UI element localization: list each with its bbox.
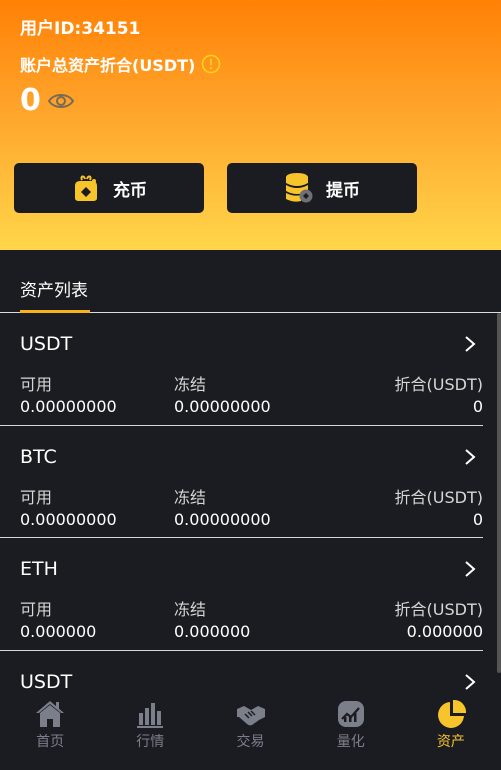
frozen-value: 0.00000000 [174, 397, 271, 416]
asset-list: USDT 可用 冻结 折合(USDT) 0.00000000 0.0000000… [0, 313, 501, 698]
frozen-label: 冻结 [174, 487, 207, 507]
total-assets-label-text: 账户总资产折合(USDT) [20, 56, 196, 75]
available-label: 可用 [20, 487, 53, 507]
asset-name: ETH [20, 558, 58, 580]
total-assets-row: 0 [20, 82, 75, 120]
total-assets-value: 0 [20, 83, 41, 118]
list-scrollbar[interactable] [497, 313, 501, 673]
coin-stack-icon [286, 173, 313, 203]
frozen-label: 冻结 [174, 600, 207, 619]
pie-chart-icon [437, 699, 466, 728]
converted-label: 折合(USDT) [394, 375, 483, 394]
tab-trade-label: 交易 [236, 734, 265, 750]
frozen-label: 冻结 [174, 375, 207, 394]
asset-list-tabs: 资产列表 [0, 250, 501, 313]
available-value: 0.000000 [20, 622, 97, 641]
info-icon[interactable] [201, 54, 221, 74]
list-item[interactable]: USDT [0, 651, 483, 699]
bar-chart-icon [137, 703, 164, 728]
bottom-tabbar: 首页 行情 交易 量化 资产 [0, 698, 501, 770]
tab-asset-list[interactable]: 资产列表 [20, 276, 88, 301]
frozen-value: 0.00000000 [174, 509, 271, 529]
tab-home[interactable]: 首页 [0, 698, 100, 770]
converted-value: 0.000000 [406, 622, 483, 641]
eye-icon[interactable] [47, 91, 75, 111]
chevron-right-icon [465, 673, 476, 690]
available-value: 0.00000000 [20, 509, 117, 529]
header-panel: 用户ID:34151 账户总资产折合(USDT) 0 充币 提币 [0, 0, 501, 250]
available-label: 可用 [20, 375, 53, 394]
available-value: 0.00000000 [20, 397, 117, 416]
chevron-right-icon [465, 448, 476, 465]
tab-quant[interactable]: 量化 [301, 698, 401, 770]
converted-value: 0 [472, 509, 483, 529]
list-item[interactable]: ETH 可用 冻结 折合(USDT) 0.000000 0.000000 0.0… [0, 538, 483, 651]
tab-assets[interactable]: 资产 [401, 698, 501, 770]
deposit-label: 充币 [113, 180, 147, 201]
withdraw-label: 提币 [326, 180, 360, 201]
quant-icon [337, 701, 364, 727]
converted-label: 折合(USDT) [394, 600, 483, 619]
total-assets-label: 账户总资产折合(USDT) [20, 52, 221, 76]
frozen-value: 0.000000 [174, 622, 251, 641]
home-icon [36, 701, 65, 727]
tab-trade[interactable]: 交易 [200, 698, 300, 770]
chevron-right-icon [465, 336, 476, 352]
tab-market-label: 行情 [136, 734, 165, 750]
deposit-button[interactable]: 充币 [14, 163, 204, 213]
tab-assets-label: 资产 [436, 734, 465, 750]
list-item[interactable]: USDT 可用 冻结 折合(USDT) 0.00000000 0.0000000… [0, 313, 483, 426]
tab-quant-label: 量化 [336, 734, 365, 750]
asset-name: USDT [20, 670, 73, 693]
converted-value: 0 [472, 397, 483, 416]
withdraw-button[interactable]: 提币 [227, 163, 417, 213]
converted-label: 折合(USDT) [394, 487, 483, 507]
gift-bag-icon [75, 175, 97, 201]
chevron-right-icon [465, 561, 476, 577]
available-label: 可用 [20, 600, 53, 619]
asset-name: BTC [20, 445, 57, 468]
asset-name: USDT [20, 333, 73, 355]
tab-market[interactable]: 行情 [100, 698, 200, 770]
user-id: 用户ID:34151 [20, 19, 141, 39]
tab-home-label: 首页 [36, 734, 65, 750]
handshake-icon [236, 706, 265, 726]
list-item[interactable]: BTC 可用 冻结 折合(USDT) 0.00000000 0.00000000… [0, 426, 483, 538]
